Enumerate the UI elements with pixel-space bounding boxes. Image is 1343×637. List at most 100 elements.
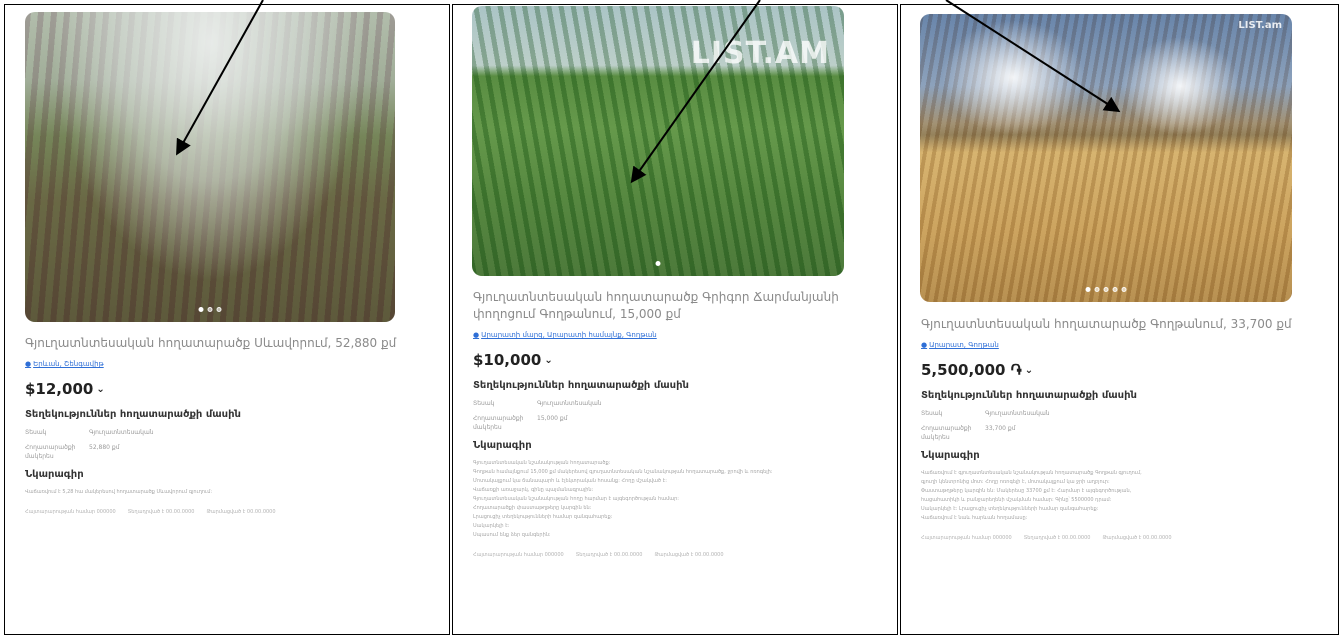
spec-row: Տեսակ Գյուղատնտեսական — [921, 409, 1301, 418]
location-link[interactable]: ● Երևան, Շենգավիթ — [25, 360, 405, 368]
description-heading: Նկարագիր — [25, 469, 84, 480]
description-line: Վաճառքի առաջարկ, գինը պայմանագրային: — [473, 487, 594, 493]
spec-value: Գյուղատնտեսական — [89, 429, 154, 436]
price[interactable]: $10,000 ⌄ — [473, 351, 853, 369]
meta-item: Տեղադրված է 00.00.0000 — [575, 552, 643, 558]
carousel-dot[interactable] — [198, 307, 204, 312]
listing-panel-2: LIST.AM Գյուղատնտեսական հողատարածք Գրիգո… — [452, 4, 898, 635]
description-line: գյուղի կենտրոնից մոտ: Հողը ոռոգելի է, մո… — [921, 479, 1110, 485]
meta-item: Թարմացված է 00.00.0000 — [206, 509, 276, 515]
carousel-dot[interactable] — [1112, 287, 1118, 292]
description-line: Գողթան համայնքում 15,000 քմ մակերեսով գյ… — [473, 469, 773, 475]
spec-row: Հողատարածքի մակերես 33,700 քմ — [921, 424, 1301, 442]
description: Վաճառվում է գյուղատնտեսական նշանակության… — [921, 469, 1301, 523]
spec-key: Տեսակ — [473, 400, 495, 407]
listing-photo[interactable]: LIST.am — [920, 14, 1292, 302]
description-line: Վաճառվում է 5,28 հա մակերեսով հողատարածք… — [25, 489, 213, 495]
spec-row: Տեսակ Գյուղատնտեսական — [473, 399, 853, 408]
price[interactable]: $12,000 ⌄ — [25, 380, 405, 398]
chevron-down-icon[interactable]: ⌄ — [1025, 365, 1033, 376]
meta-item: Թարմացված է 00.00.0000 — [654, 552, 724, 558]
description-line: Գյուղատնտեսական նշանակության հողը հարմար… — [473, 496, 679, 502]
price-value: $10,000 — [473, 351, 542, 369]
meta-item: Տեղադրված է 00.00.0000 — [127, 509, 195, 515]
spec-value: 33,700 քմ — [985, 425, 1016, 432]
spec-key: Հողատարածքի մակերես — [25, 444, 76, 460]
chevron-down-icon[interactable]: ⌄ — [544, 355, 552, 366]
spec-row: Հողատարածքի մակերես 15,000 քմ — [473, 414, 853, 432]
listing-title: Գյուղատնտեսական հողատարածք Գողթանում, 33… — [921, 317, 1292, 331]
price[interactable]: 5,500,000 ֏ ⌄ — [921, 361, 1301, 379]
carousel-dot[interactable] — [1085, 287, 1091, 292]
description-line: Փաստաթղթերը կարգին են: Մակերեսը 33700 քմ… — [921, 488, 1132, 494]
meta-item: Թարմացված է 00.00.0000 — [1102, 535, 1172, 541]
listing-photo[interactable] — [25, 12, 395, 322]
price-value: 5,500,000 ֏ — [921, 361, 1022, 379]
description-line: Լրացուցիչ տեղեկությունների համար զանգահա… — [473, 514, 613, 520]
description-line: Սակարկելի է: Լրացուցիչ տեղեկությունների … — [921, 506, 1099, 512]
description: Վաճառվում է 5,28 հա մակերեսով հողատարածք… — [25, 488, 405, 497]
description-heading: Նկարագիր — [473, 440, 532, 451]
meta-item: Հայտարարության համար 000000 — [473, 552, 564, 558]
price-value: $12,000 — [25, 380, 94, 398]
spec-value: 15,000 քմ — [537, 415, 568, 422]
spec-value: Գյուղատնտեսական — [537, 400, 602, 407]
listing-title: Գյուղատնտեսական հողատարածք Սևավորում, 52… — [25, 336, 397, 350]
listing-photo[interactable]: LIST.AM — [472, 6, 844, 276]
listing-title: Գյուղատնտեսական հողատարածք Գրիգոր Ճարման… — [473, 290, 839, 321]
description-line: Գյուղատնտեսական նշանակության հողատարածք: — [473, 460, 611, 466]
specs-heading: Տեղեկություններ հողատարածքի մասին — [921, 390, 1137, 401]
description-line: հացահատիկի և բանջարեղենի մշակման համար: … — [921, 497, 1112, 503]
specs-table: Տեսակ Գյուղատնտեսական Հողատարածքի մակերե… — [921, 409, 1301, 442]
carousel-dot[interactable] — [655, 261, 661, 266]
spec-value: Գյուղատնտեսական — [985, 410, 1050, 417]
photo-carousel-dots[interactable] — [655, 261, 661, 266]
photo-carousel-dots[interactable] — [1085, 287, 1127, 292]
meta-item: Տեղադրված է 00.00.0000 — [1023, 535, 1091, 541]
location-link[interactable]: ● Արարատ, Գողթան — [921, 341, 1301, 349]
watermark-logo: LIST.AM — [690, 36, 830, 71]
watermark-logo: LIST.am — [1238, 20, 1282, 31]
listing-panel-3: LIST.am Գյուղատնտեսական հողատարածք Գողթա… — [900, 4, 1339, 635]
description-line: Սպասում ենք ձեր զանգերին: — [473, 532, 551, 538]
photo-carousel-dots[interactable] — [198, 307, 222, 312]
spec-row: Հողատարածքի մակերես 52,880 քմ — [25, 443, 405, 461]
description-line: Վաճառվում է նաև հարևան հողամասը: — [921, 515, 1028, 521]
listing-panel-1: Գյուղատնտեսական հողատարածք Սևավորում, 52… — [4, 4, 450, 635]
spec-key: Հողատարածքի մակերես — [473, 415, 524, 431]
listing-meta: Հայտարարության համար 000000 Տեղադրված է … — [921, 535, 1301, 541]
listing-meta: Հայտարարության համար 000000 Տեղադրված է … — [473, 552, 853, 558]
specs-heading: Տեղեկություններ հողատարածքի մասին — [25, 409, 241, 420]
description-line: Վաճառվում է գյուղատնտեսական նշանակության… — [921, 470, 1142, 476]
carousel-dot[interactable] — [1094, 287, 1100, 292]
description-line: Սակարկելի է: — [473, 523, 510, 529]
location-link[interactable]: ● Արարատի մարզ, Արարատի համայնք, Գողթան — [473, 331, 853, 339]
description-heading: Նկարագիր — [921, 450, 980, 461]
screenshot-collage: Գյուղատնտեսական հողատարածք Սևավորում, 52… — [0, 0, 1343, 637]
meta-item: Հայտարարության համար 000000 — [921, 535, 1012, 541]
description-line: Մոտակայքում կա ճանապարհ և էլեկտրական հոս… — [473, 478, 667, 484]
chevron-down-icon[interactable]: ⌄ — [96, 384, 104, 395]
location-text[interactable]: Արարատ, Գողթան — [929, 341, 999, 349]
specs-table: Տեսակ Գյուղատնտեսական Հողատարածքի մակերե… — [473, 399, 853, 432]
specs-table: Տեսակ Գյուղատնտեսական Հողատարածքի մակերե… — [25, 428, 405, 461]
meta-item: Հայտարարության համար 000000 — [25, 509, 116, 515]
location-pin-icon: ● — [473, 331, 480, 339]
location-text[interactable]: Երևան, Շենգավիթ — [33, 360, 104, 368]
description-line: Հողատարածքի փաստաթղթերը կարգին են: — [473, 505, 592, 511]
location-text[interactable]: Արարատի մարզ, Արարատի համայնք, Գողթան — [481, 331, 657, 339]
carousel-dot[interactable] — [1103, 287, 1109, 292]
spec-value: 52,880 քմ — [89, 444, 120, 451]
description: Գյուղատնտեսական նշանակության հողատարածք:… — [473, 459, 853, 540]
spec-key: Հողատարածքի մակերես — [921, 425, 972, 441]
spec-key: Տեսակ — [921, 410, 943, 417]
location-pin-icon: ● — [921, 341, 928, 349]
carousel-dot[interactable] — [1121, 287, 1127, 292]
listing-meta: Հայտարարության համար 000000 Տեղադրված է … — [25, 509, 405, 515]
specs-heading: Տեղեկություններ հողատարածքի մասին — [473, 380, 689, 391]
carousel-dot[interactable] — [207, 307, 213, 312]
location-pin-icon: ● — [25, 360, 32, 368]
spec-row: Տեսակ Գյուղատնտեսական — [25, 428, 405, 437]
spec-key: Տեսակ — [25, 429, 47, 436]
carousel-dot[interactable] — [216, 307, 222, 312]
